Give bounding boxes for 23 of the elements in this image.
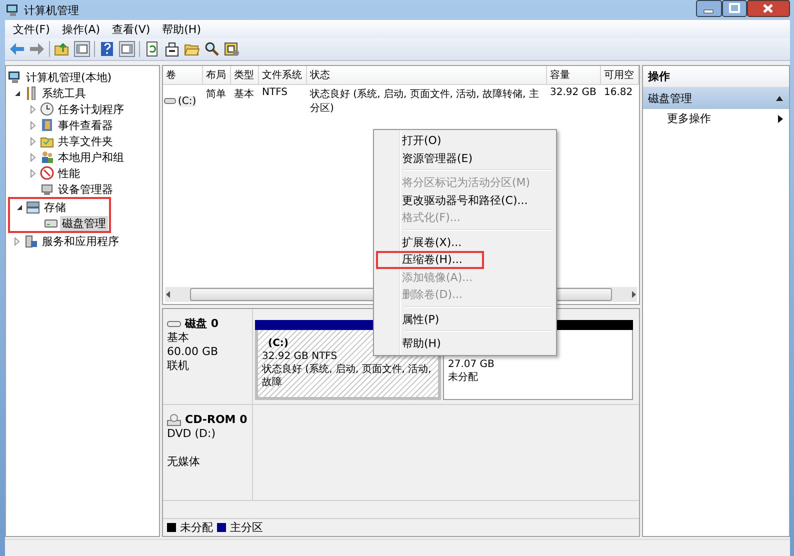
action-label: 更多操作 (667, 111, 711, 126)
disk-info: 联机 (167, 359, 190, 373)
table-cell-text: 基本 (233, 88, 255, 102)
table-cell-text: 状态良好 (系统, 启动, 页面文件, 活动, 故障转储, 主分区) (309, 88, 540, 116)
table-cell-text: 简单 (205, 88, 227, 102)
partition-label: (C:) (267, 337, 288, 350)
table-cell: (C:) (178, 96, 196, 106)
legend-label: 未分配 (180, 520, 213, 535)
table-cell-text: NTFS (261, 86, 289, 100)
disk-info: 无媒体 (167, 455, 201, 469)
disk-info: 60.00 GB (167, 345, 220, 359)
partition-size: 27.07 GB (448, 358, 494, 371)
disk-name: 磁盘 0 (185, 317, 218, 331)
legend-label: 主分区 (230, 520, 263, 535)
table-cell-text: 16.82 (603, 86, 634, 100)
partition-status: 未分配 (448, 371, 478, 384)
disk-info: 基本 (167, 331, 190, 345)
table-cell-text: 32.92 GB (549, 86, 598, 100)
partition-size: 32.92 GB NTFS (262, 350, 338, 363)
window-title: 计算机管理 (24, 2, 80, 18)
disk-info: DVD (D:) (167, 427, 217, 441)
partition-status: 状态良好 (系统, 启动, 页面文件, 活动, 故障 (262, 363, 432, 389)
disk-name: CD-ROM 0 (185, 413, 248, 427)
